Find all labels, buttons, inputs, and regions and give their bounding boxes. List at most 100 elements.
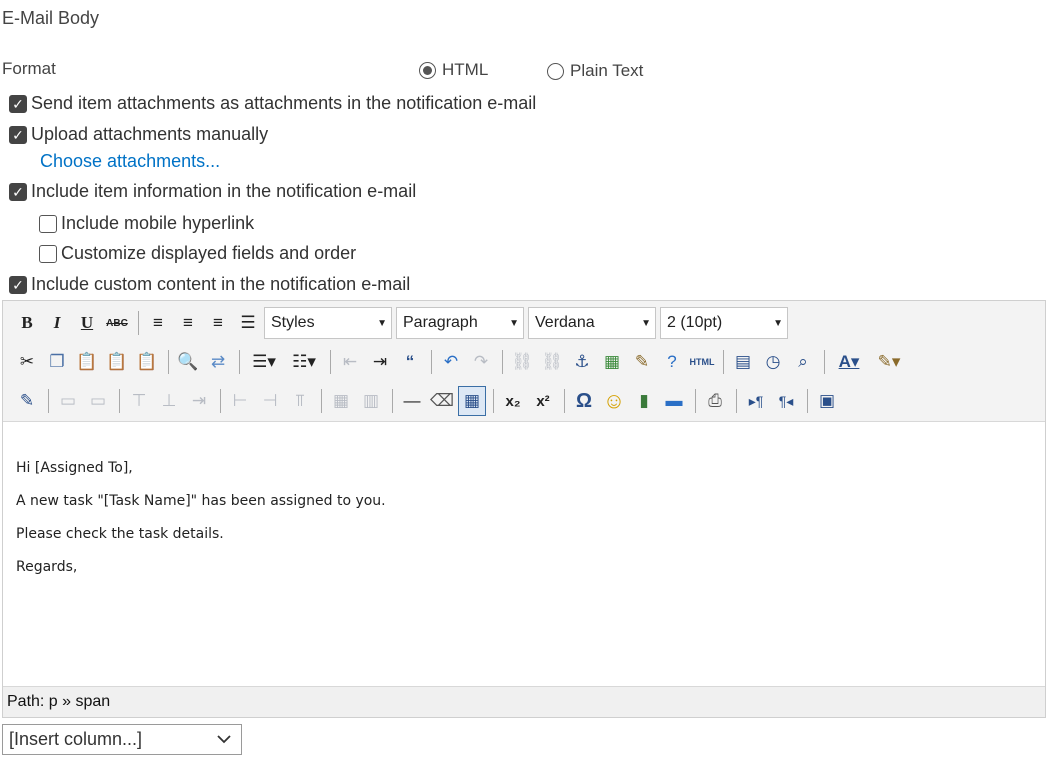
- indent-icon[interactable]: ⇥: [366, 347, 394, 377]
- unlink-icon[interactable]: ⛓: [538, 347, 566, 377]
- toolbar-separator: [168, 350, 169, 374]
- insert-column-before-icon[interactable]: ⊢: [226, 386, 254, 416]
- align-center-icon[interactable]: ≡: [174, 308, 202, 338]
- delete-row-icon[interactable]: ⇥: [185, 386, 213, 416]
- strikethrough-button[interactable]: ABC: [103, 308, 131, 338]
- send-attachments-checkbox[interactable]: ✓ Send item attachments as attachments i…: [9, 93, 536, 114]
- preview-icon[interactable]: ⌕: [789, 347, 817, 377]
- horizontal-rule-icon[interactable]: —: [398, 386, 426, 416]
- insert-column-dropdown[interactable]: [Insert column...]: [2, 724, 242, 755]
- paragraph-dropdown[interactable]: Paragraph ▼: [396, 307, 524, 339]
- paste-icon[interactable]: 📋: [73, 347, 101, 377]
- choose-attachments-link[interactable]: Choose attachments...: [40, 151, 220, 172]
- editor-content[interactable]: Hi [Assigned To], A new task "[Task Name…: [16, 459, 386, 591]
- anchor-icon[interactable]: ⚓: [568, 347, 596, 377]
- customize-fields-checkbox[interactable]: Customize displayed fields and order: [39, 243, 356, 264]
- text-color-icon[interactable]: A▾: [830, 347, 868, 377]
- send-attachments-label: Send item attachments as attachments in …: [31, 93, 537, 113]
- undo-icon[interactable]: ↶: [437, 347, 465, 377]
- paste-text-icon[interactable]: 📋: [103, 347, 131, 377]
- insert-date-icon[interactable]: ▤: [729, 347, 757, 377]
- rich-text-editor: B I U ABC ≡ ≡ ≡ ☰ Styles ▼ Paragraph ▼ V…: [2, 300, 1046, 718]
- superscript-button[interactable]: x²: [529, 386, 557, 416]
- highlight-color-icon[interactable]: ✎▾: [870, 347, 908, 377]
- blockquote-icon[interactable]: “: [396, 347, 424, 377]
- replace-icon[interactable]: ⇄: [204, 347, 232, 377]
- table-icon[interactable]: ▦: [458, 386, 486, 416]
- custom-content-checkbox[interactable]: ✓ Include custom content in the notifica…: [9, 274, 410, 295]
- content-line: Regards,: [16, 559, 78, 575]
- fullscreen-icon[interactable]: ▣: [813, 386, 841, 416]
- subscript-button[interactable]: x₂: [499, 386, 527, 416]
- media-icon[interactable]: ▮: [630, 386, 658, 416]
- insert-row-before-icon[interactable]: ⊤: [125, 386, 153, 416]
- paragraph-dropdown-value: Paragraph: [403, 314, 478, 331]
- layer-properties-icon[interactable]: ▭: [84, 386, 112, 416]
- upload-manually-checkbox[interactable]: ✓ Upload attachments manually: [9, 124, 268, 145]
- toolbar-separator: [807, 389, 808, 413]
- align-right-icon[interactable]: ≡: [204, 308, 232, 338]
- help-icon[interactable]: ?: [658, 347, 686, 377]
- format-plain-text-radio[interactable]: Plain Text: [547, 61, 643, 81]
- merge-cells-icon[interactable]: ▦: [327, 386, 355, 416]
- mobile-hyperlink-label: Include mobile hyperlink: [61, 213, 255, 233]
- cut-icon[interactable]: ✂: [13, 347, 41, 377]
- html-source-button[interactable]: HTML: [688, 347, 716, 377]
- bold-button[interactable]: B: [13, 308, 41, 338]
- toolbar-separator: [502, 350, 503, 374]
- content-line: Please check the task details.: [16, 526, 224, 542]
- radio-unselected-icon: [547, 62, 564, 80]
- format-plain-text-label: Plain Text: [570, 61, 644, 80]
- font-dropdown-value: Verdana: [535, 314, 595, 331]
- insert-column-value: [Insert column...]: [9, 729, 143, 749]
- content-line: A new task "[Task Name]" has been assign…: [16, 493, 386, 509]
- paste-word-icon[interactable]: 📋: [133, 347, 161, 377]
- toolbar-row-1: B I U ABC ≡ ≡ ≡ ☰ Styles ▼ Paragraph ▼ V…: [13, 306, 792, 340]
- include-item-info-checkbox[interactable]: ✓ Include item information in the notifi…: [9, 181, 416, 202]
- split-cells-icon[interactable]: ▥: [357, 386, 385, 416]
- insert-column-after-icon[interactable]: ⊣: [256, 386, 284, 416]
- page-break-icon[interactable]: ▬: [660, 386, 688, 416]
- redo-icon[interactable]: ↷: [467, 347, 495, 377]
- eraser-icon[interactable]: ⌫: [428, 386, 456, 416]
- upload-manually-label: Upload attachments manually: [31, 124, 269, 144]
- toolbar-separator: [239, 350, 240, 374]
- toolbar-separator: [564, 389, 565, 413]
- toolbar-separator: [392, 389, 393, 413]
- numbered-list-icon[interactable]: ☷▾: [285, 347, 323, 377]
- link-icon[interactable]: ⛓: [508, 347, 536, 377]
- italic-button[interactable]: I: [43, 308, 71, 338]
- font-dropdown[interactable]: Verdana ▼: [528, 307, 656, 339]
- emoticon-icon[interactable]: ☺: [600, 386, 628, 416]
- styles-dropdown-value: Styles: [271, 314, 315, 331]
- copy-icon[interactable]: ❐: [43, 347, 71, 377]
- customize-fields-label: Customize displayed fields and order: [61, 243, 357, 263]
- checkbox-unchecked-icon: [39, 214, 57, 233]
- outdent-icon[interactable]: ⇤: [336, 347, 364, 377]
- bulleted-list-icon[interactable]: ☰▾: [245, 347, 283, 377]
- rtl-icon[interactable]: ¶◂: [772, 386, 800, 416]
- insert-time-icon[interactable]: ◷: [759, 347, 787, 377]
- format-html-radio[interactable]: HTML: [419, 60, 488, 80]
- edit-form-icon[interactable]: ✎: [13, 386, 41, 416]
- align-left-icon[interactable]: ≡: [144, 308, 172, 338]
- mobile-hyperlink-checkbox[interactable]: Include mobile hyperlink: [39, 213, 254, 234]
- underline-button[interactable]: U: [73, 308, 101, 338]
- ltr-icon[interactable]: ▸¶: [742, 386, 770, 416]
- find-icon[interactable]: 🔍: [174, 347, 202, 377]
- cleanup-icon[interactable]: ✎: [628, 347, 656, 377]
- styles-dropdown[interactable]: Styles ▼: [264, 307, 392, 339]
- special-character-button[interactable]: Ω: [570, 386, 598, 416]
- image-icon[interactable]: ▦: [598, 347, 626, 377]
- align-justify-icon[interactable]: ☰: [234, 308, 262, 338]
- print-icon[interactable]: ⎙: [701, 386, 729, 416]
- delete-column-icon[interactable]: ⫪: [286, 386, 314, 416]
- toolbar-row-3: ✎ ▭ ▭ ⊤ ⊥ ⇥ ⊢ ⊣ ⫪ ▦ ▥ — ⌫ ▦ x₂ x² Ω ☺ ▮: [13, 384, 843, 418]
- insert-row-after-icon[interactable]: ⊥: [155, 386, 183, 416]
- section-title: E-Mail Body: [2, 8, 100, 28]
- chevron-down-icon: ▼: [641, 317, 651, 329]
- font-size-dropdown[interactable]: 2 (10pt) ▼: [660, 307, 788, 339]
- chevron-down-icon: ▼: [377, 317, 387, 329]
- checkbox-checked-icon: ✓: [9, 94, 27, 113]
- insert-layer-icon[interactable]: ▭: [54, 386, 82, 416]
